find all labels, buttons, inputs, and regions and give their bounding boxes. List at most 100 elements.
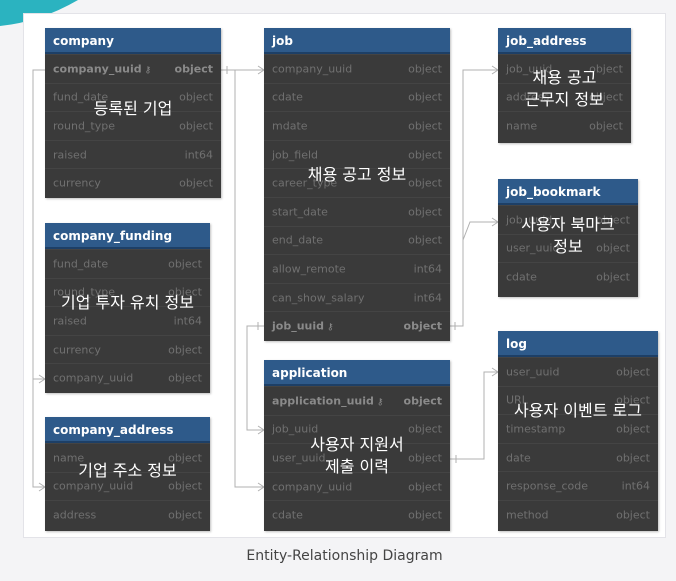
field-type: object [596,213,630,227]
field-name: fund_date [53,257,109,271]
field-type: object [589,119,623,133]
field-type: object [179,90,213,104]
field-type: object [408,422,442,436]
field-type: object [596,241,630,255]
entity-title: company_funding [45,223,210,249]
field-name: user_uuid [272,451,326,465]
field-row: date object [498,442,658,472]
field-name: can_show_salary [272,291,365,305]
field-row: end_date object [264,225,450,255]
field-name: URL [506,393,528,407]
field-row: company_uuid object [45,471,210,501]
field-row: job_field object [264,139,450,169]
field-row: company_uuid ⚷ object [45,54,221,83]
field-name: cdate [272,90,303,104]
field-name: job_field [272,148,319,162]
field-name: user_uuid [506,365,560,379]
field-type: object [403,394,442,408]
field-name: currency [53,343,101,357]
field-name: job_uuid [506,213,553,227]
field-type: int64 [173,314,202,328]
rel-job-jobaddress [450,69,498,327]
diagram-caption: Entity-Relationship Diagram [246,548,443,564]
rel-company-address [32,379,45,488]
field-name: round_type [53,119,116,133]
entity-job-address[interactable]: job_address job_uuid object address obje… [498,28,631,143]
field-type: object [168,285,202,299]
field-type: object [589,90,623,104]
field-row: response_code int64 [498,471,658,500]
field-type: object [408,90,442,104]
field-row: address object [45,500,210,529]
field-name: application_uuid [272,394,374,408]
entity-title: job_bookmark [498,179,638,205]
entity-title: company [45,28,221,54]
entity-company[interactable]: company company_uuid ⚷ object fund_date o… [45,28,221,198]
field-row: job_uuid object [498,205,638,234]
field-name: company_uuid [53,62,142,76]
field-name: method [506,508,549,522]
field-name: raised [53,148,87,162]
field-type: int64 [413,291,442,305]
field-row: currency object [45,168,221,197]
entity-company-funding[interactable]: company_funding fund_date object round_t… [45,223,210,393]
key-icon: ⚷ [376,397,384,408]
rel-application-log [450,371,498,460]
field-row: start_date object [264,196,450,226]
field-row: application_uuid ⚷ object [264,386,450,415]
field-type: object [589,62,623,76]
key-icon: ⚷ [327,322,334,333]
field-name: address [506,90,550,104]
entity-company-address[interactable]: company_address name object company_uuid… [45,417,210,531]
field-name: job_uuid [272,319,325,333]
field-row: cdate object [498,262,638,291]
field-name: job_uuid [506,62,553,76]
field-type: object [168,451,202,465]
entity-application[interactable]: application application_uuid ⚷ object job… [264,360,450,531]
field-type: object [174,62,213,76]
field-row: round_type object [45,111,221,140]
field-type: object [403,319,442,333]
field-row: user_uuid object [498,357,658,386]
field-row: method object [498,499,658,529]
field-type: object [168,508,202,522]
field-name: start_date [272,205,328,219]
field-name: job_uuid [272,422,319,436]
field-name: date [506,451,531,465]
field-row: raised int64 [45,306,210,335]
field-name: company_uuid [53,371,134,385]
field-name: address [53,508,97,522]
entity-job[interactable]: job company_uuid object cdate object mda… [264,28,450,341]
field-type: int64 [621,479,650,493]
field-name: cdate [506,270,537,284]
field-name: mdate [272,119,308,133]
key-icon: ⚷ [144,65,152,76]
entity-log[interactable]: log user_uuid object URL object timestam… [498,331,658,531]
entity-job-bookmark[interactable]: job_bookmark job_uuid object user_uuid o… [498,179,638,297]
field-row: fund_date object [45,82,221,112]
field-type: object [408,176,442,190]
field-row: address object [498,82,631,112]
field-type: object [408,508,442,522]
field-name: round_type [53,285,116,299]
field-row: career_type object [264,168,450,197]
field-name: user_uuid [506,241,560,255]
field-type: object [408,205,442,219]
rel-company-funding [32,69,45,380]
field-row: fund_date object [45,249,210,278]
field-type: object [616,451,650,465]
field-type: object [179,119,213,133]
field-name: raised [53,314,87,328]
field-row: company_uuid object [264,54,450,83]
field-type: object [408,451,442,465]
entity-title: company_address [45,417,210,443]
field-row: name object [498,111,631,140]
field-row: job_uuid ⚷ object [264,311,450,340]
field-name: cdate [272,508,303,522]
field-type: object [168,479,202,493]
field-type: object [408,233,442,247]
rel-job-application [246,325,264,431]
field-type: object [179,176,213,190]
field-row: job_uuid object [498,54,631,83]
field-row: cdate object [264,82,450,112]
